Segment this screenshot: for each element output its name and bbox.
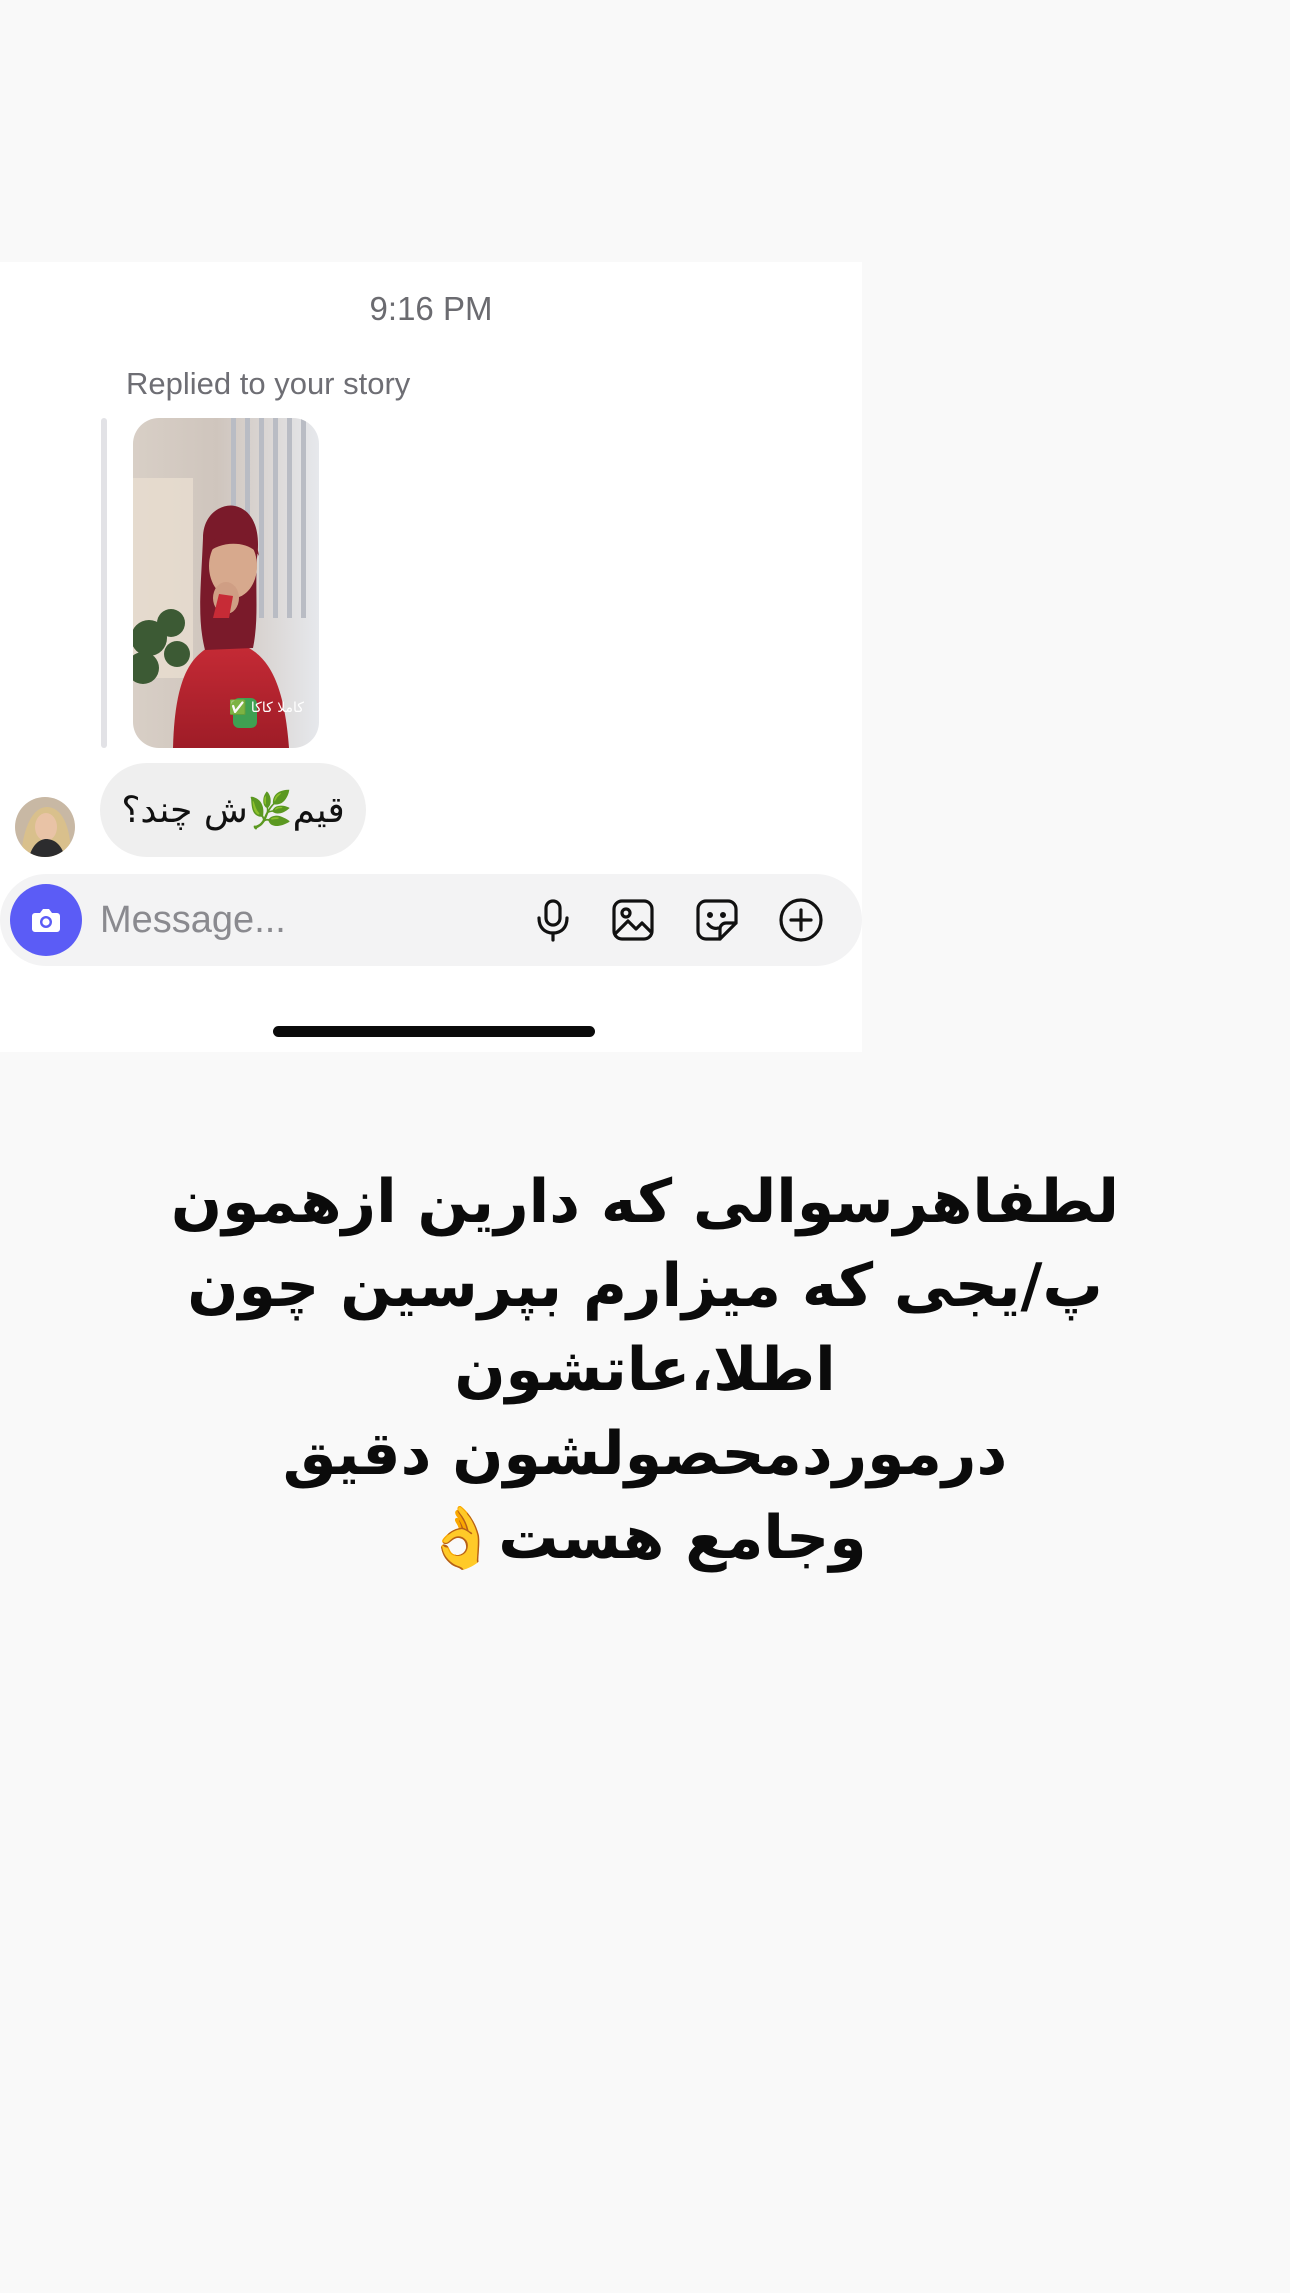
- caption-line: درموردمحصولشون دقیق: [282, 1419, 1008, 1489]
- gallery-button[interactable]: [609, 896, 657, 944]
- message-bubble[interactable]: قیم🌿ش چند؟: [100, 763, 366, 857]
- camera-icon: [32, 909, 60, 932]
- add-button[interactable]: [777, 896, 825, 944]
- story-thumbnail[interactable]: کاملا کاکا ✅: [133, 418, 319, 748]
- message-timestamp: 9:16 PM: [369, 290, 493, 327]
- home-indicator: [273, 1026, 595, 1037]
- replied-to-story-label: Replied to your story: [126, 366, 411, 401]
- caption-line: وجامع هست👌: [423, 1503, 867, 1573]
- message-text: قیم🌿ش چند؟: [121, 790, 345, 831]
- story-caption: کاملا کاکا ✅: [229, 700, 304, 716]
- sticker-button[interactable]: [693, 896, 741, 944]
- reply-indicator-bar: [101, 418, 107, 748]
- gallery-icon: [612, 899, 654, 941]
- caption-line: پ/یجی که میزارم بپرسین چون: [187, 1251, 1103, 1321]
- camera-button[interactable]: [10, 884, 82, 956]
- microphone-button[interactable]: [529, 896, 577, 944]
- chat-screenshot: 9:16 PM Replied to your story کاملا کاکا…: [0, 262, 862, 1052]
- sender-avatar[interactable]: [15, 797, 75, 857]
- add-icon: [779, 898, 823, 942]
- caption-line: اطلا،عاتشون: [454, 1335, 836, 1405]
- caption-line: لطفاهرسوالی که دارین ازهمون: [170, 1167, 1120, 1237]
- overlay-caption: لطفاهرسوالی که دارین ازهمون پ/یجی که میز…: [145, 1160, 1145, 1580]
- message-input[interactable]: [100, 892, 420, 948]
- message-composer: [0, 874, 862, 966]
- sticker-icon: [696, 899, 738, 941]
- microphone-icon: [537, 899, 569, 942]
